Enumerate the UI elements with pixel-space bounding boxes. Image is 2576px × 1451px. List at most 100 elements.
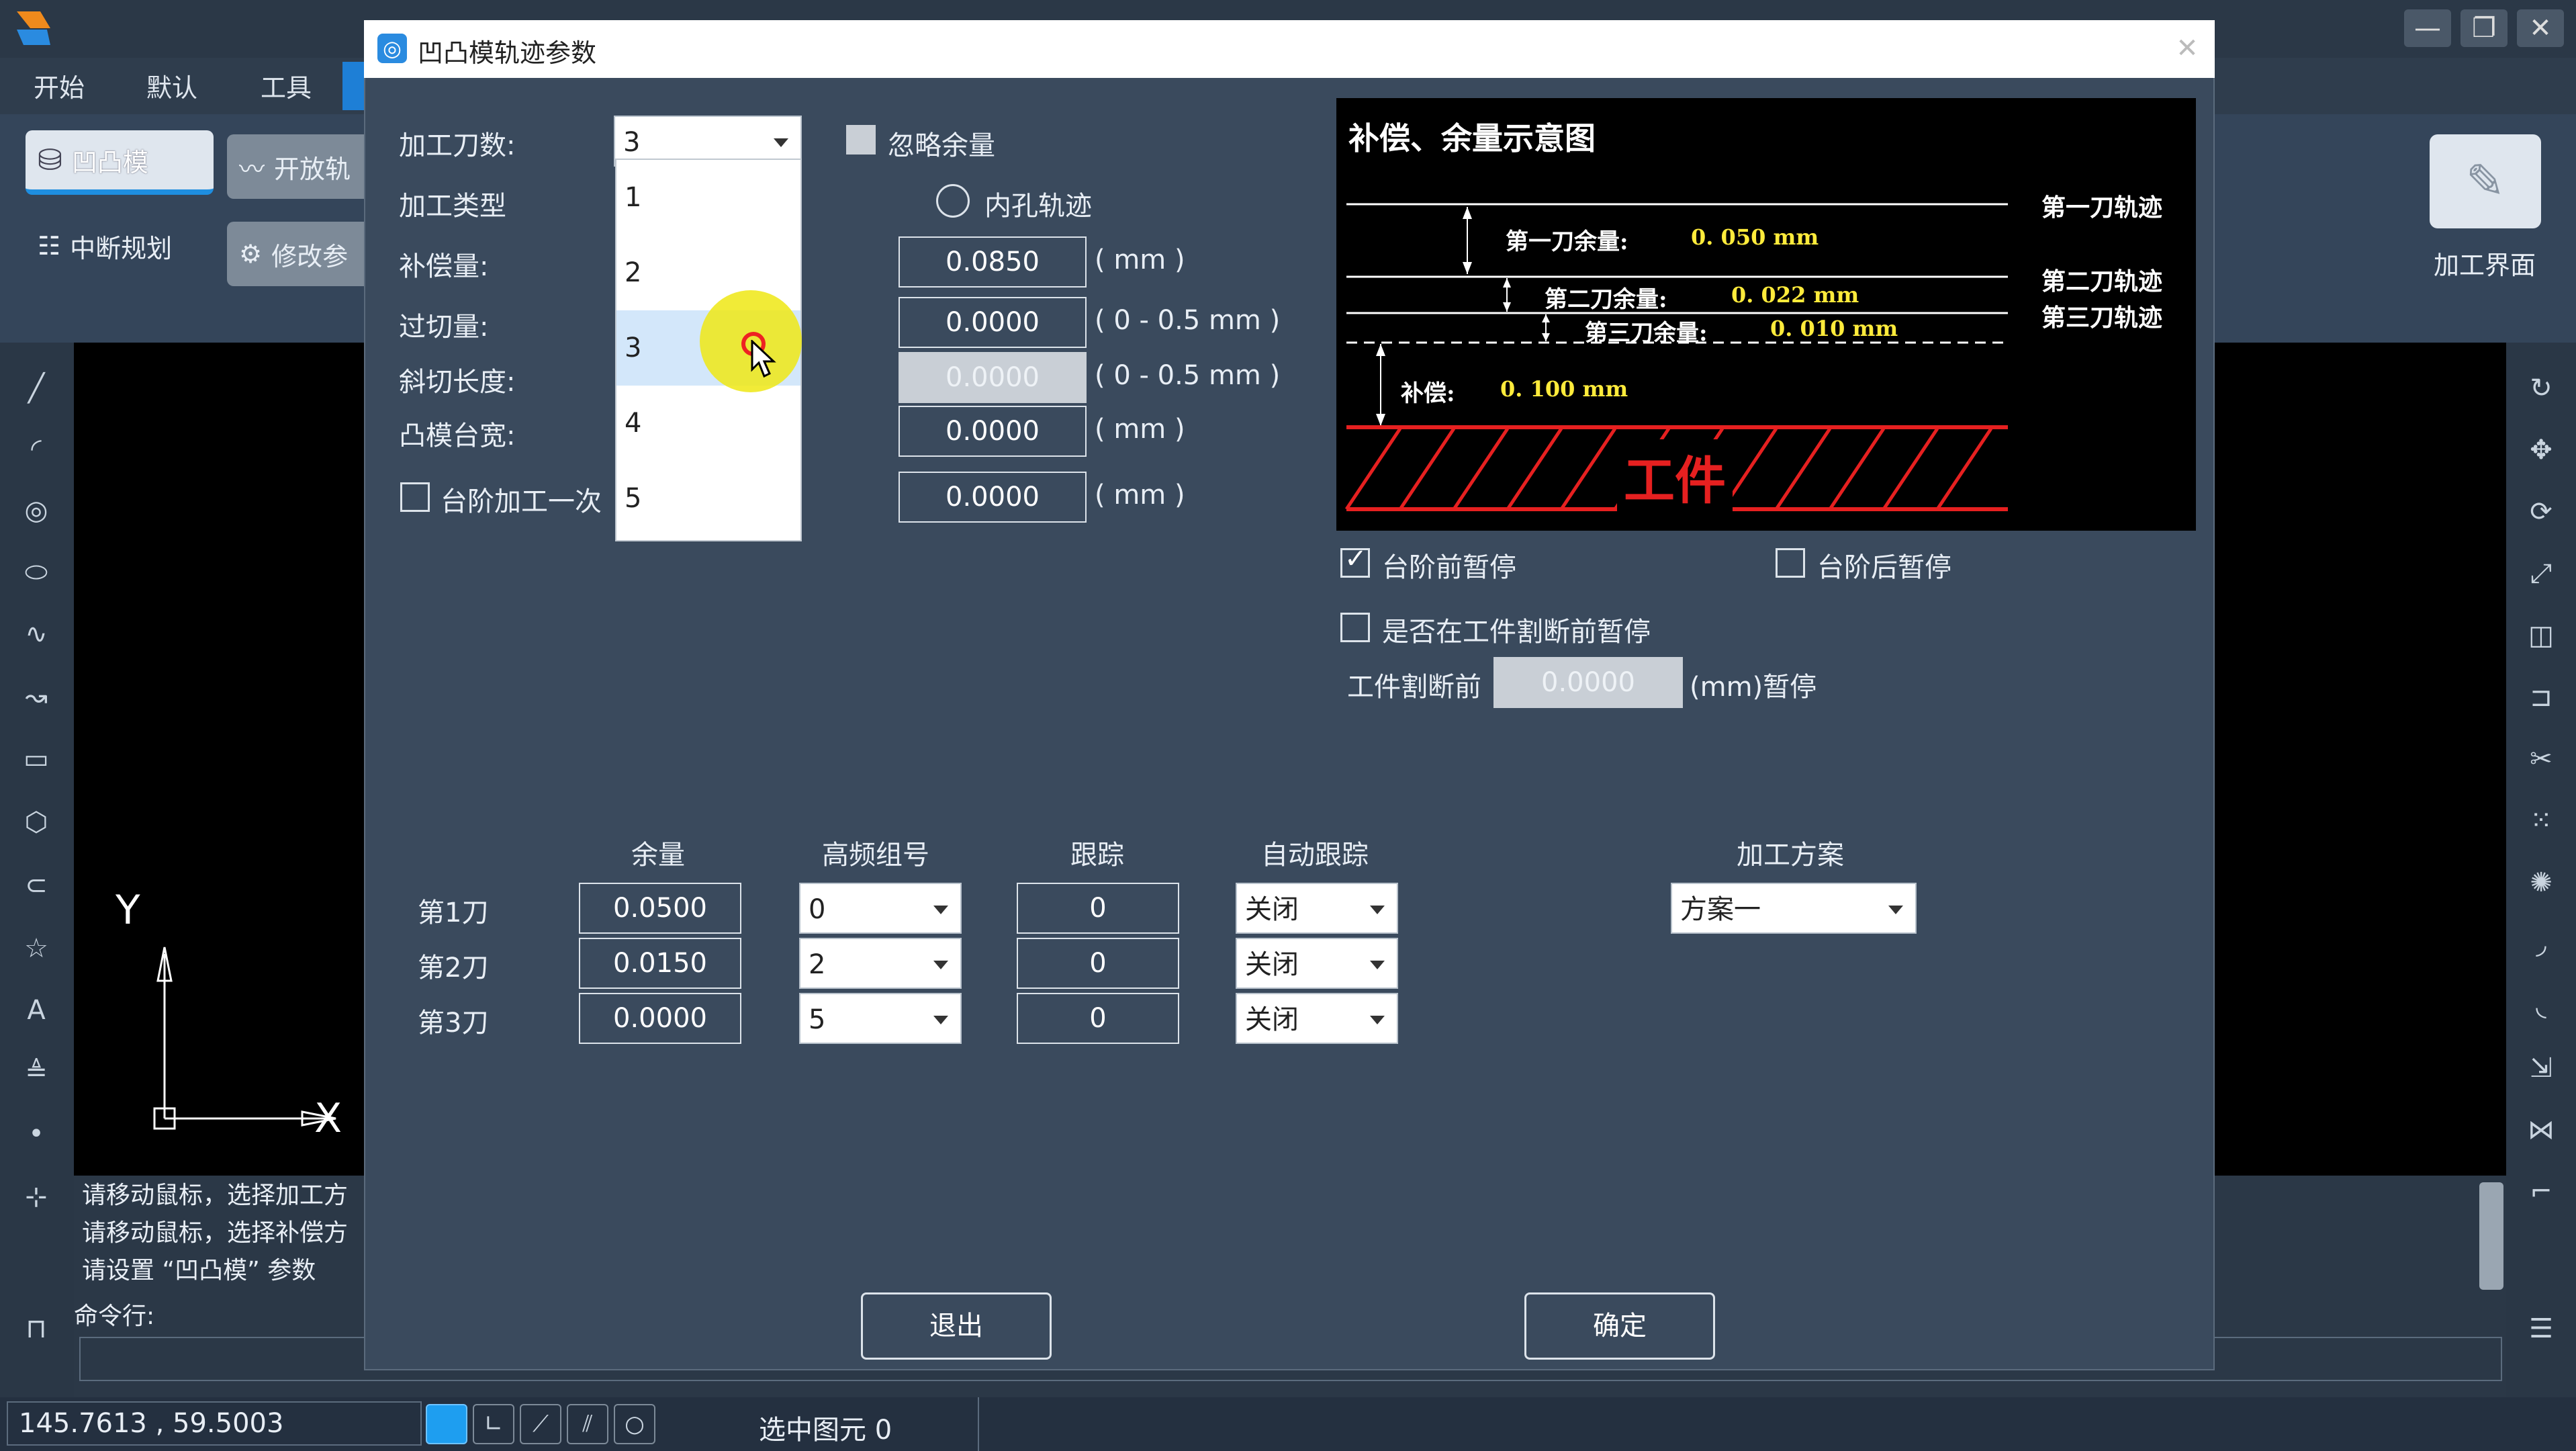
dropdown-option[interactable]: 5 — [616, 461, 800, 536]
process-type-label: 加工类型 — [399, 191, 506, 222]
point-tool-icon[interactable]: • — [17, 1115, 55, 1153]
list-icon[interactable]: ☰ — [2522, 1310, 2560, 1348]
dimension-tool-icon[interactable]: ⊓ — [17, 1310, 55, 1348]
polygon-tool-icon[interactable]: ⬡ — [17, 803, 55, 841]
chevron-down-icon — [1888, 906, 1903, 914]
ellipse-tool-icon[interactable]: ⬭ — [17, 554, 55, 591]
row1-auto-combo[interactable]: 关闭 — [1236, 883, 1398, 934]
cutoff-label: 工件割断前 — [1347, 672, 1481, 703]
scrollbar[interactable] — [2479, 1182, 2503, 1290]
dialog-title: 凹凸模轨迹参数 — [418, 38, 597, 68]
track-icon[interactable]: ⫽ — [567, 1404, 608, 1444]
row1-name: 第1刀 — [418, 897, 489, 928]
dropdown-option[interactable]: 4 — [616, 386, 800, 461]
minimize-icon[interactable]: — — [2404, 9, 2451, 47]
polyline-tool-icon[interactable]: ↝ — [17, 678, 55, 716]
chamfer-icon[interactable]: ◟ — [2522, 987, 2560, 1025]
status-divider — [978, 1397, 979, 1451]
row2-auto-combo[interactable]: 关闭 — [1236, 938, 1398, 989]
platform-width-input[interactable]: 0.0000 — [899, 406, 1087, 457]
process-ui-button[interactable]: ✎ — [2430, 134, 2541, 228]
chevron-down-icon — [774, 138, 788, 147]
header-track: 跟踪 — [1070, 840, 1124, 871]
slot-tool-icon[interactable]: ⊂ — [17, 867, 55, 904]
allowance3-value: 0. 010 mm — [1770, 316, 1898, 341]
row3-name: 第3刀 — [418, 1008, 489, 1039]
compensation-input[interactable]: 0.0850 — [899, 236, 1087, 288]
offset-icon[interactable]: ⊐ — [2522, 678, 2560, 716]
pause-after-step-checkbox[interactable] — [1776, 548, 1805, 578]
plan-value: 方案一 — [1680, 894, 1761, 925]
rotate-icon[interactable]: ⟳ — [2522, 493, 2560, 531]
restore-icon[interactable]: ❐ — [2460, 9, 2508, 47]
header-auto-track: 自动跟踪 — [1261, 840, 1369, 871]
pause-before-cutoff-checkbox[interactable] — [1340, 613, 1370, 642]
mirror-icon[interactable]: ◫ — [2522, 617, 2560, 654]
allowance2-value: 0. 022 mm — [1731, 282, 1859, 308]
menu-default[interactable]: 默认 — [146, 67, 197, 104]
menu-start[interactable]: 开始 — [34, 67, 85, 104]
scissors-icon[interactable]: ✂ — [2522, 740, 2560, 778]
axis-x-label: X — [314, 1095, 342, 1142]
scale-icon[interactable]: ⤢ — [2522, 555, 2560, 592]
move-icon[interactable]: ✥ — [2522, 431, 2560, 469]
close-icon[interactable]: ✕ — [2517, 9, 2564, 47]
add-point-tool-icon[interactable]: ⊹ — [17, 1178, 55, 1216]
left-toolbar: ╱ ◜ ◎ ⬭ ∿ ↝ ▭ ⬡ ⊂ ☆ A ≜ • ⊹ ⊓ — [0, 343, 74, 1397]
arc-tool-icon[interactable]: ◜ — [17, 430, 55, 468]
row2-auto-value: 关闭 — [1245, 949, 1299, 980]
object-snap-icon[interactable]: ○ — [614, 1404, 655, 1444]
track1-label: 第一刀轨迹 — [2041, 193, 2163, 222]
overcut-label: 过切量: — [399, 312, 489, 343]
row1-track-input[interactable]: 0 — [1017, 883, 1179, 934]
ignore-allowance-checkbox[interactable] — [846, 125, 876, 155]
row1-allowance-input[interactable]: 0.0500 — [579, 883, 741, 934]
array-icon[interactable]: ⁙ — [2522, 802, 2560, 840]
zigzag-icon[interactable]: ⋈ — [2522, 1111, 2560, 1149]
step-once-checkbox[interactable] — [400, 482, 430, 512]
open-track-icon: 〰 — [239, 154, 265, 184]
extend-icon[interactable]: ⇲ — [2522, 1049, 2560, 1087]
row2-group-combo[interactable]: 2 — [799, 938, 962, 989]
row3-group-combo[interactable]: 5 — [799, 993, 962, 1044]
plan-combo[interactable]: 方案一 — [1671, 883, 1917, 934]
pause-before-step-checkbox[interactable] — [1340, 543, 1370, 578]
text-style-tool-icon[interactable]: ≜ — [17, 1053, 55, 1091]
compensation-diagram: 补偿、余量示意图 第一刀轨迹 第二刀轨迹 第三刀轨迹 第一刀余量: 0. 050… — [1336, 98, 2196, 531]
fillet-icon[interactable]: ◞ — [2522, 926, 2560, 963]
circle-tool-icon[interactable]: ◎ — [17, 492, 55, 529]
line-tool-icon[interactable]: ╱ — [17, 369, 55, 407]
mouse-cursor-icon — [751, 339, 778, 383]
row3-auto-combo[interactable]: 关闭 — [1236, 993, 1398, 1044]
compensation-diag-label: 补偿: — [1401, 380, 1455, 407]
break-plan-button[interactable]: ☷ 中断规划 — [26, 214, 214, 278]
star-tool-icon[interactable]: ☆ — [17, 930, 55, 967]
row3-allowance-input[interactable]: 0.0000 — [579, 993, 741, 1044]
bevel-length-input: 0.0000 — [899, 352, 1087, 403]
step-input[interactable]: 0.0000 — [899, 472, 1087, 523]
exit-button[interactable]: 退出 — [861, 1292, 1052, 1360]
die-button[interactable]: ⛁ 凹凸模 — [26, 130, 214, 195]
row2-allowance-input[interactable]: 0.0150 — [579, 938, 741, 989]
ortho-icon[interactable]: ∟ — [473, 1404, 514, 1444]
text-tool-icon[interactable]: A — [17, 992, 55, 1029]
row3-track-input[interactable]: 0 — [1017, 993, 1179, 1044]
polar-icon[interactable]: ⟋ — [520, 1404, 561, 1444]
dialog-close-icon[interactable]: ✕ — [2170, 30, 2204, 67]
spline-tool-icon[interactable]: ∿ — [17, 615, 55, 653]
ok-button[interactable]: 确定 — [1524, 1292, 1715, 1360]
dropdown-option[interactable]: 1 — [616, 160, 800, 235]
transform-icon[interactable]: ↻ — [2522, 369, 2560, 407]
modify-params-button[interactable]: ⚙ 修改参 — [227, 222, 375, 286]
overcut-input[interactable]: 0.0000 — [899, 297, 1087, 348]
snap-grid-icon[interactable] — [426, 1404, 467, 1444]
gear-icon[interactable]: ✺ — [2522, 864, 2560, 902]
corner-icon[interactable]: ⌐ — [2522, 1173, 2560, 1211]
row1-group-combo[interactable]: 0 — [799, 883, 962, 934]
menu-tools[interactable]: 工具 — [261, 67, 312, 104]
open-track-button[interactable]: 〰 开放轨 — [227, 134, 375, 199]
inner-hole-radio[interactable] — [936, 184, 970, 218]
rectangle-tool-icon[interactable]: ▭ — [17, 740, 55, 778]
row2-track-input[interactable]: 0 — [1017, 938, 1179, 989]
pause-after-step-label: 台阶后暂停 — [1817, 552, 1951, 583]
